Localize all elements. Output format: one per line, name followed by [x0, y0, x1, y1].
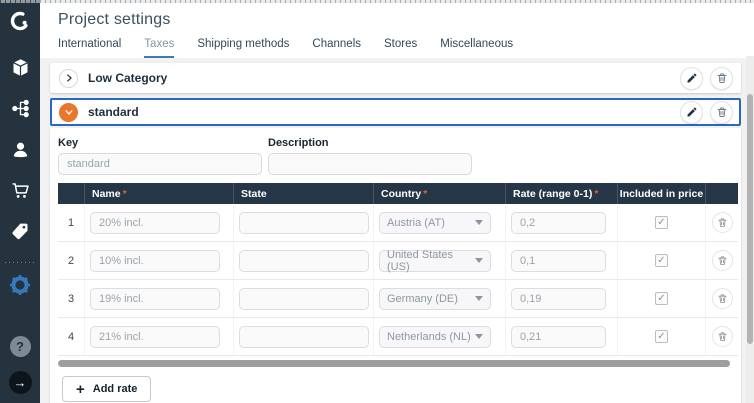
category-title: standard — [88, 105, 139, 119]
chevron-down-icon[interactable] — [59, 103, 78, 122]
included-in-price-checkbox[interactable] — [655, 330, 668, 343]
column-header-name: Name* — [84, 183, 233, 204]
table-row: 1 Austria (AT) — [58, 204, 738, 242]
edit-category-button[interactable] — [680, 101, 703, 124]
discounts-tag-icon[interactable] — [8, 219, 32, 243]
chevron-right-icon[interactable] — [59, 69, 78, 88]
plus-icon — [76, 382, 85, 397]
table-header-row: Name* State Country* Rate (range 0-1)* I… — [58, 183, 738, 204]
rate-state-input[interactable] — [239, 250, 369, 272]
expand-arrow-icon[interactable] — [9, 371, 32, 394]
horizontal-scrollbar[interactable] — [58, 360, 730, 367]
rate-name-input[interactable] — [90, 212, 220, 234]
tax-category-low[interactable]: Low Category — [50, 63, 741, 93]
top-dotted-border — [0, 0, 754, 3]
content-area: Low Category standard — [40, 58, 754, 403]
required-marker: * — [423, 188, 427, 200]
row-index: 1 — [58, 204, 84, 241]
main-area: Project settings International Taxes Shi… — [40, 0, 754, 403]
categories-tree-icon[interactable] — [8, 96, 32, 120]
tab-shipping-methods[interactable]: Shipping methods — [197, 38, 289, 58]
country-select[interactable]: United States (US) — [379, 250, 491, 272]
column-header-actions — [705, 183, 738, 204]
rate-value-input[interactable] — [511, 326, 606, 348]
table-row: 3 Germany (DE) — [58, 280, 738, 318]
category-title: Low Category — [88, 71, 167, 85]
included-in-price-checkbox[interactable] — [655, 254, 668, 267]
country-select[interactable]: Netherlands (NL) — [379, 326, 491, 348]
rate-value-input[interactable] — [511, 212, 606, 234]
vertical-scrollbar-track[interactable] — [746, 56, 754, 403]
rate-value-input[interactable] — [511, 250, 606, 272]
tax-category-standard[interactable]: standard — [50, 98, 741, 126]
delete-category-button[interactable] — [710, 67, 733, 90]
products-box-icon[interactable] — [8, 55, 32, 79]
delete-rate-button[interactable] — [712, 212, 733, 233]
tab-bar: International Taxes Shipping methods Cha… — [58, 38, 754, 58]
dropdown-arrow-icon — [475, 258, 483, 263]
orders-cart-icon[interactable] — [8, 178, 32, 202]
edit-category-button[interactable] — [680, 67, 703, 90]
column-header-country: Country* — [373, 183, 505, 204]
row-index: 2 — [58, 242, 84, 279]
column-header-index — [58, 183, 84, 204]
category-detail-panel: Key Description Name* State Country* Rat… — [50, 128, 741, 403]
description-field-group: Description — [268, 137, 472, 175]
key-label: Key — [58, 137, 262, 149]
table-row: 2 United States (US) — [58, 242, 738, 280]
key-input[interactable] — [58, 153, 262, 175]
column-header-state: State — [233, 183, 373, 204]
add-rate-button[interactable]: Add rate — [62, 376, 151, 402]
tab-miscellaneous[interactable]: Miscellaneous — [440, 38, 513, 58]
page-header: Project settings International Taxes Shi… — [40, 0, 754, 58]
column-header-included: Included in price — [617, 183, 705, 204]
rate-value-input[interactable] — [511, 288, 606, 310]
rate-state-input[interactable] — [239, 326, 369, 348]
tab-international[interactable]: International — [58, 38, 121, 58]
dropdown-arrow-icon — [475, 296, 483, 301]
included-in-price-checkbox[interactable] — [655, 292, 668, 305]
rate-name-input[interactable] — [90, 250, 220, 272]
brand-logo-icon[interactable] — [8, 9, 32, 33]
key-description-fields: Key Description — [58, 137, 733, 175]
dropdown-arrow-icon — [475, 220, 483, 225]
dropdown-arrow-icon — [475, 334, 483, 339]
tab-stores[interactable]: Stores — [384, 38, 417, 58]
tab-taxes[interactable]: Taxes — [144, 38, 174, 58]
tax-rates-table: Name* State Country* Rate (range 0-1)* I… — [58, 183, 738, 356]
delete-rate-button[interactable] — [712, 250, 733, 271]
rate-state-input[interactable] — [239, 212, 369, 234]
settings-gear-icon[interactable] — [8, 273, 32, 297]
row-index: 4 — [58, 318, 84, 355]
rate-name-input[interactable] — [90, 288, 220, 310]
sidebar — [0, 0, 40, 403]
help-icon[interactable] — [10, 336, 31, 357]
delete-category-button[interactable] — [710, 101, 733, 124]
vertical-scrollbar-thumb[interactable] — [747, 94, 753, 344]
rate-state-input[interactable] — [239, 288, 369, 310]
required-marker: * — [123, 188, 127, 200]
sidebar-divider — [5, 262, 35, 263]
description-label: Description — [268, 137, 472, 149]
description-input[interactable] — [268, 153, 472, 175]
key-field-group: Key — [58, 137, 262, 175]
required-marker: * — [594, 188, 598, 200]
table-row: 4 Netherlands (NL) — [58, 318, 738, 356]
country-select[interactable]: Austria (AT) — [379, 212, 491, 234]
tab-channels[interactable]: Channels — [312, 38, 361, 58]
delete-rate-button[interactable] — [712, 326, 733, 347]
country-select[interactable]: Germany (DE) — [379, 288, 491, 310]
included-in-price-checkbox[interactable] — [655, 216, 668, 229]
row-index: 3 — [58, 280, 84, 317]
rate-name-input[interactable] — [90, 326, 220, 348]
page-title: Project settings — [58, 11, 754, 29]
customers-icon[interactable] — [8, 137, 32, 161]
column-header-rate: Rate (range 0-1)* — [505, 183, 617, 204]
delete-rate-button[interactable] — [712, 288, 733, 309]
